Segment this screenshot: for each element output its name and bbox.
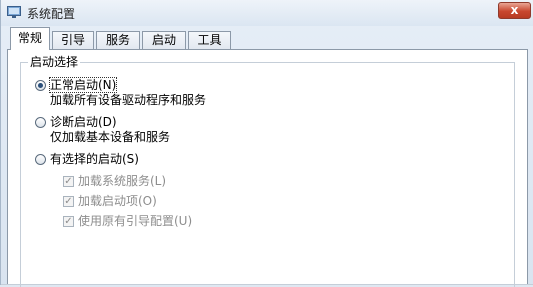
window-title: 系统配置 (27, 7, 76, 21)
tab-label: 工具 (197, 33, 222, 47)
normal-startup-label[interactable]: 正常启动(N) (48, 77, 118, 93)
load-startup-items-label: 加载启动项(O) (78, 194, 157, 208)
load-system-services-label: 加载系统服务(L) (78, 174, 167, 188)
use-original-boot-config-label: 使用原有引导配置(U) (78, 214, 193, 228)
diagnostic-startup-label[interactable]: 诊断启动(D) (50, 115, 117, 129)
tab-label: 常规 (17, 31, 42, 45)
close-button[interactable]: x (498, 2, 531, 19)
tab-boot[interactable]: 引导 (52, 31, 94, 49)
normal-startup-radio[interactable] (35, 80, 46, 91)
selective-startup-radio[interactable] (35, 154, 46, 165)
monitor-icon (7, 6, 21, 18)
tab-label: 服务 (105, 33, 130, 47)
tab-startup[interactable]: 启动 (142, 31, 186, 49)
tab-general[interactable]: 常规 (10, 27, 50, 50)
tab-services[interactable]: 服务 (96, 31, 140, 49)
load-system-services-checkbox[interactable]: ✓ (63, 176, 74, 187)
diagnostic-startup-radio[interactable] (35, 117, 46, 128)
use-original-boot-config-checkbox[interactable]: ✓ (63, 216, 74, 227)
tab-tools[interactable]: 工具 (188, 31, 231, 49)
tab-label: 引导 (60, 33, 85, 47)
load-startup-items-checkbox[interactable]: ✓ (63, 196, 74, 207)
diagnostic-startup-description: 仅加载基本设备和服务 (50, 130, 171, 144)
title-bar[interactable]: 系统配置 x (1, 0, 533, 26)
selective-startup-label[interactable]: 有选择的启动(S) (50, 152, 139, 166)
system-configuration-window: 系统配置 x 常规 引导 服务 启动 工具 启动选择 正常启动(N) 加载所有设… (0, 0, 533, 287)
group-label: 启动选择 (28, 55, 81, 69)
close-icon: x (510, 3, 519, 17)
tab-label: 启动 (151, 33, 176, 47)
normal-startup-description: 加载所有设备驱动程序和服务 (50, 93, 207, 107)
